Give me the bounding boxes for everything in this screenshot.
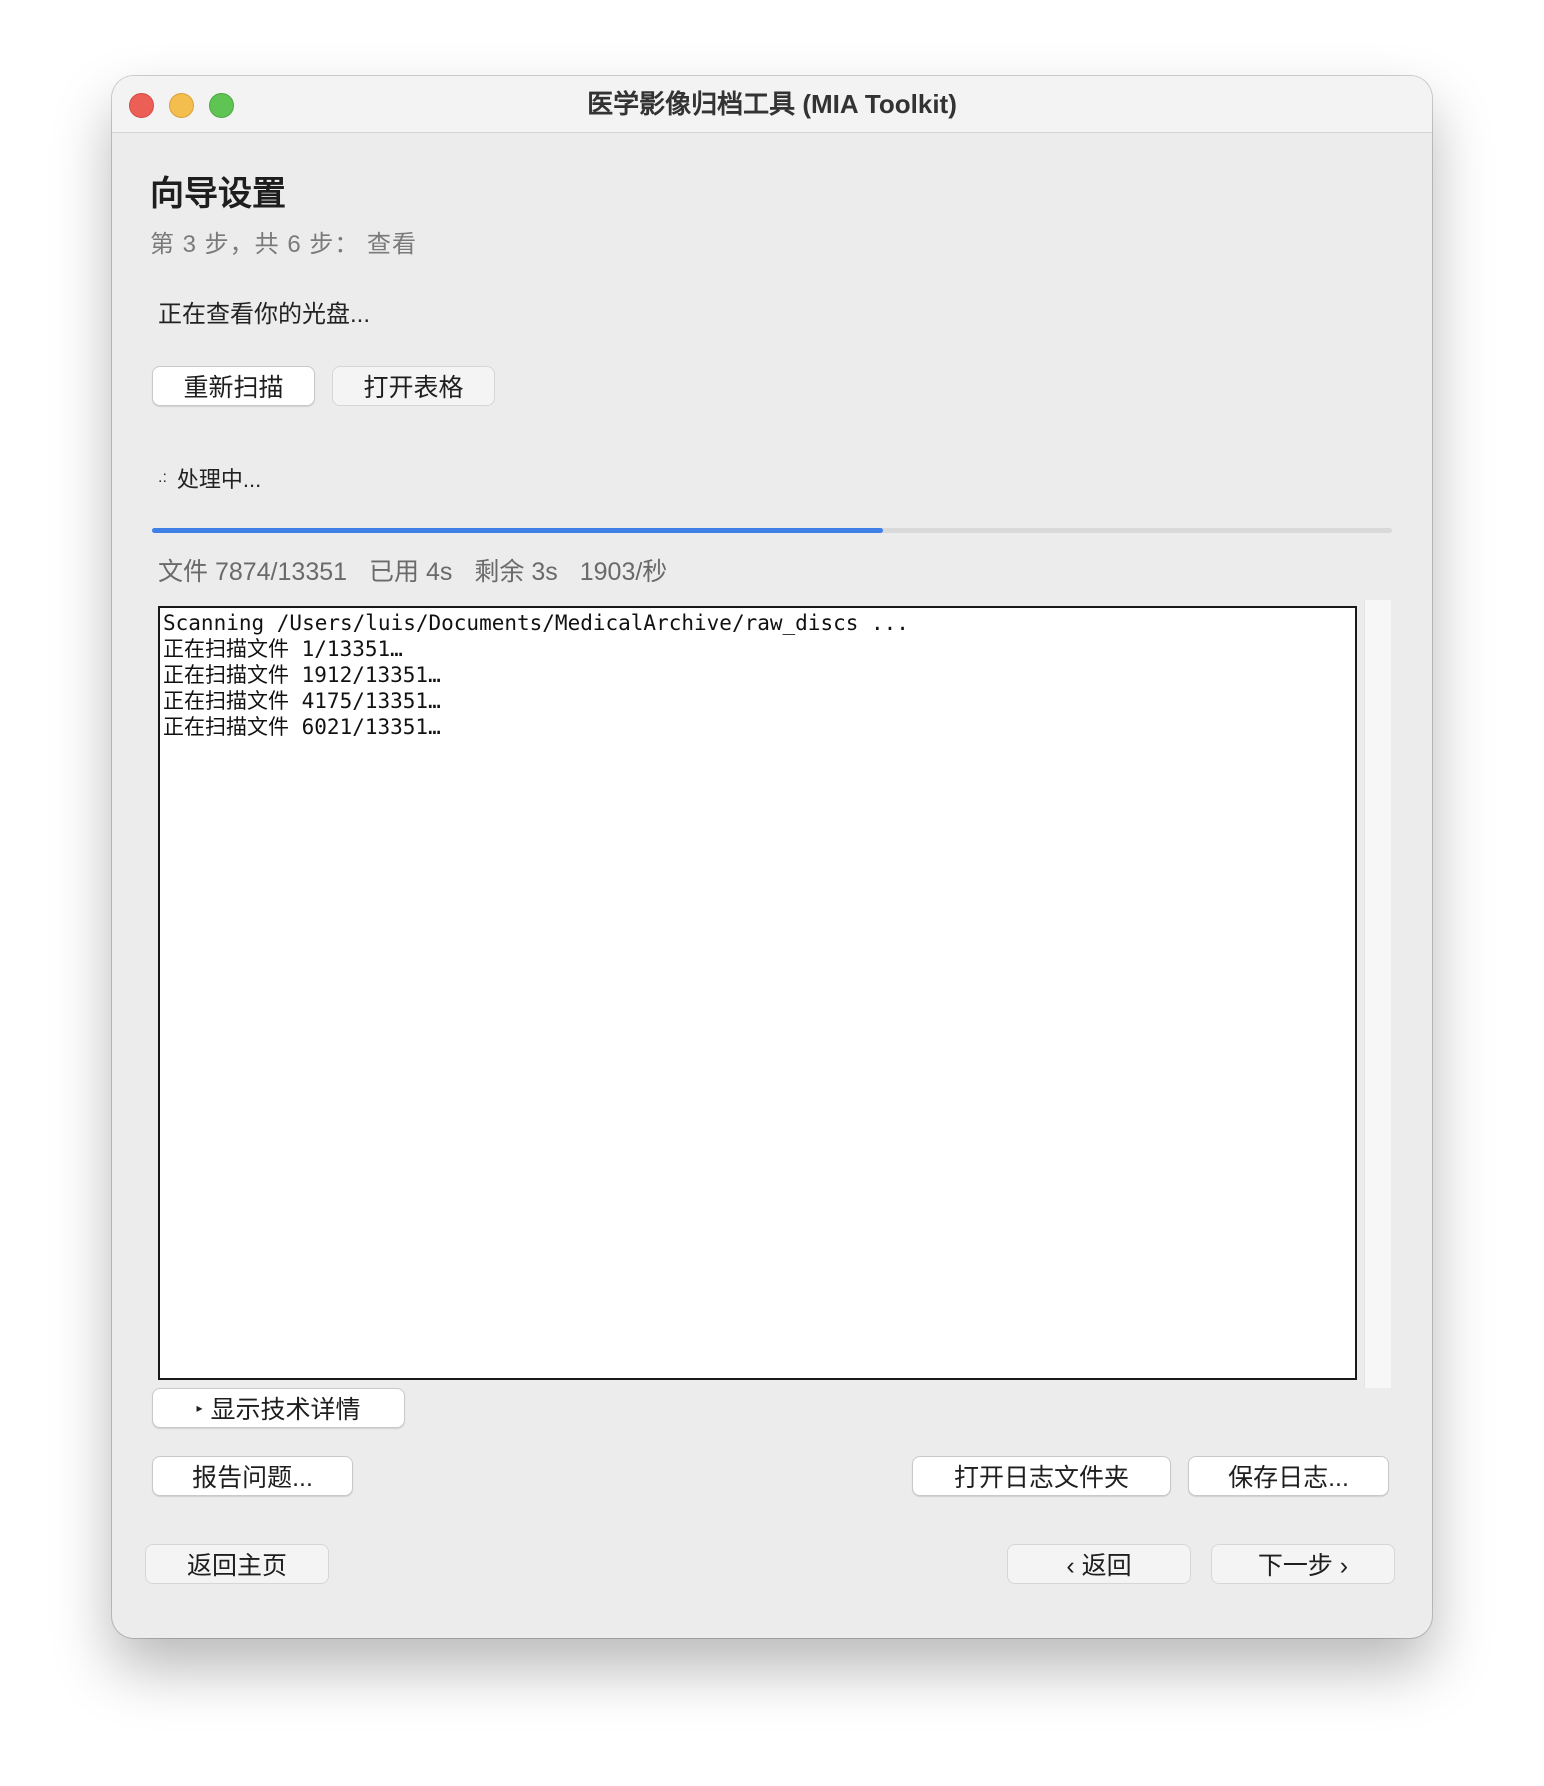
files-count: 文件 7874/13351 bbox=[158, 558, 348, 586]
rescan-button[interactable]: 重新扫描 bbox=[152, 366, 315, 406]
elapsed-time: 已用 4s bbox=[369, 558, 453, 586]
log-line: 正在扫描文件 1/13351… bbox=[163, 637, 403, 661]
page-title: 向导设置 bbox=[150, 175, 286, 213]
log-line: Scanning /Users/luis/Documents/MedicalAr… bbox=[163, 611, 909, 635]
home-button[interactable]: 返回主页 bbox=[145, 1544, 329, 1584]
app-window: 医学影像归档工具 (MIA Toolkit) 向导设置 第 3 步，共 6 步：… bbox=[112, 76, 1432, 1638]
title-bar: 医学影像归档工具 (MIA Toolkit) bbox=[112, 76, 1432, 133]
open-log-folder-button[interactable]: 打开日志文件夹 bbox=[912, 1456, 1171, 1496]
status-message: 正在查看你的光盘... bbox=[158, 301, 371, 328]
open-table-button[interactable]: 打开表格 bbox=[332, 366, 495, 406]
progress-stats: 文件 7874/13351 已用 4s 剩余 3s 1903/秒 bbox=[158, 552, 667, 588]
show-technical-details-button[interactable]: ▸ 显示技术详情 bbox=[152, 1388, 405, 1428]
processing-label: 处理中... bbox=[176, 467, 262, 492]
progress-bar bbox=[152, 528, 1392, 533]
log-line: 正在扫描文件 1912/13351… bbox=[163, 663, 441, 687]
scan-rate: 1903/秒 bbox=[579, 558, 668, 586]
report-issue-button[interactable]: 报告问题... bbox=[152, 1456, 353, 1496]
back-button[interactable]: ‹ 返回 bbox=[1007, 1544, 1191, 1584]
log-scrollbar[interactable] bbox=[1364, 600, 1391, 1388]
spinner-icon: .: bbox=[158, 469, 167, 486]
window-title: 医学影像归档工具 (MIA Toolkit) bbox=[587, 89, 957, 119]
log-line: 正在扫描文件 6021/13351… bbox=[163, 715, 441, 739]
progress-bar-fill bbox=[152, 528, 884, 533]
remaining-time: 剩余 3s bbox=[474, 558, 558, 586]
step-indicator: 第 3 步，共 6 步： 查看 bbox=[150, 231, 418, 258]
next-button[interactable]: 下一步 › bbox=[1211, 1544, 1395, 1584]
wizard-content: 向导设置 第 3 步，共 6 步： 查看 正在查看你的光盘... 重新扫描 打开… bbox=[112, 132, 1432, 1638]
log-line: 正在扫描文件 4175/13351… bbox=[163, 689, 441, 713]
disclosure-triangle-icon: ▸ bbox=[196, 1401, 203, 1415]
save-log-button[interactable]: 保存日志... bbox=[1188, 1456, 1389, 1496]
log-output[interactable]: Scanning /Users/luis/Documents/MedicalAr… bbox=[158, 606, 1357, 1380]
show-technical-details-label: 显示技术详情 bbox=[210, 1396, 361, 1424]
processing-indicator: .: 处理中... bbox=[158, 462, 261, 494]
